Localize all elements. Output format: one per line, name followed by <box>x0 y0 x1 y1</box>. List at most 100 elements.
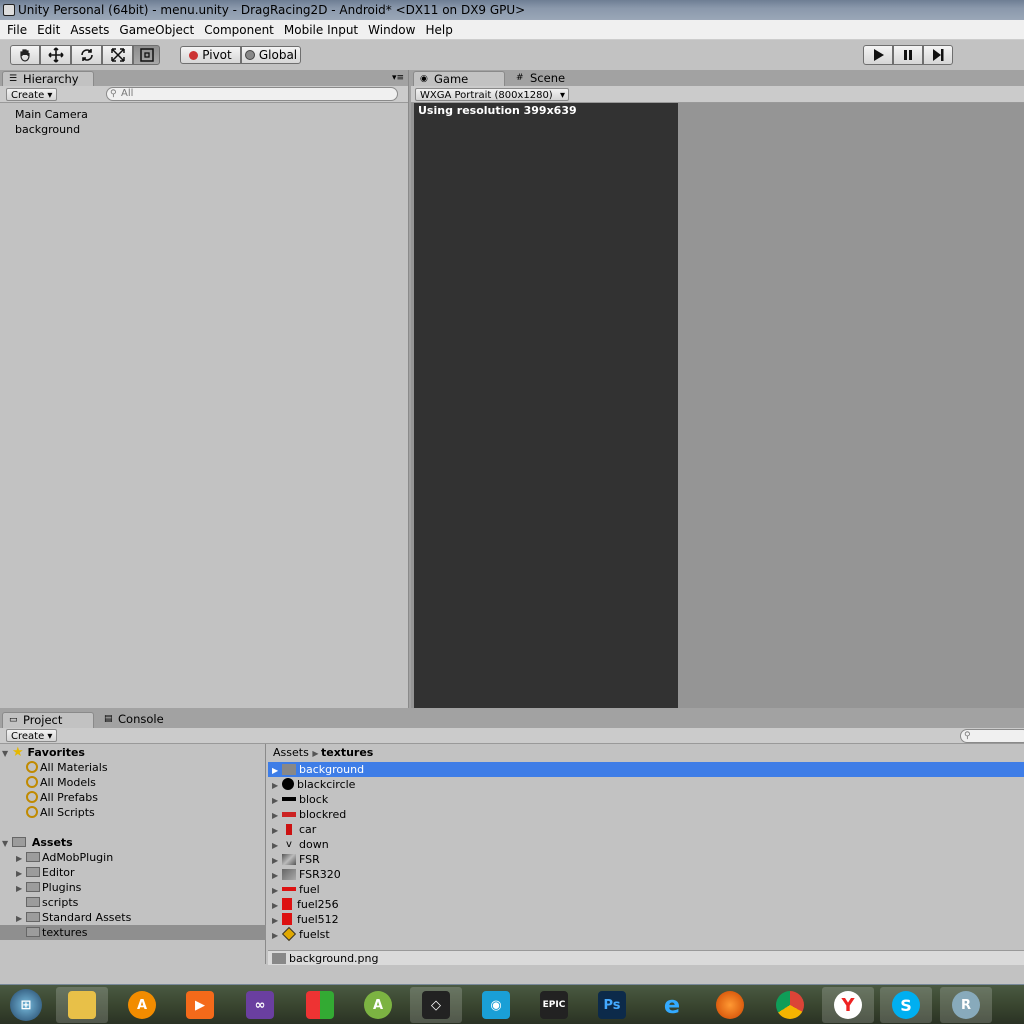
hierarchy-item[interactable]: Main Camera <box>15 108 88 121</box>
taskbar-internet-explorer[interactable]: e <box>646 987 698 1023</box>
hierarchy-create-button[interactable]: Create ▾ <box>6 88 58 101</box>
start-button[interactable]: ⊞ <box>0 987 52 1023</box>
taskbar-network[interactable]: ◉ <box>470 987 522 1023</box>
asset-row[interactable]: ▶ FSR <box>272 852 320 867</box>
assets-header[interactable]: ▼ Assets <box>2 835 73 850</box>
internet-explorer-icon: e <box>663 991 681 1019</box>
taskbar-firefox[interactable] <box>704 987 756 1023</box>
scale-tool-button[interactable] <box>102 45 133 65</box>
asset-row[interactable]: ▶ blackcircle <box>272 777 355 792</box>
taskbar-avast[interactable]: A <box>116 987 168 1023</box>
asset-row[interactable]: ▶ car <box>272 822 316 837</box>
asset-label: FSR <box>299 853 320 866</box>
rect-tool-button[interactable] <box>133 45 160 65</box>
tab-console[interactable]: ▤ Console <box>98 712 178 728</box>
expand-arrow-icon: ▶ <box>272 916 279 925</box>
favorites-item[interactable]: All Materials <box>26 760 108 775</box>
folder-icon <box>12 837 26 847</box>
collapse-arrow-icon: ▶ <box>16 914 23 923</box>
breadcrumb-root[interactable]: Assets <box>273 746 309 759</box>
asset-row[interactable]: ▶ fuel256 <box>272 897 339 912</box>
folder-icon <box>26 927 40 937</box>
taskbar-yandex[interactable]: Y <box>822 987 874 1023</box>
move-tool-button[interactable] <box>40 45 71 65</box>
taskbar-skype[interactable]: S <box>880 987 932 1023</box>
folder-item[interactable]: ▶ Plugins <box>16 880 81 895</box>
menu-assets[interactable]: Assets <box>65 20 114 40</box>
search-filter-icon <box>26 761 38 773</box>
play-button[interactable] <box>863 45 893 65</box>
folder-item[interactable]: ▶ Editor <box>16 865 75 880</box>
menu-gameobject[interactable]: GameObject <box>114 20 199 40</box>
project-create-label: Create <box>11 731 45 742</box>
taskbar-remote-desktop[interactable]: R <box>940 987 992 1023</box>
project-toolbar: Create ▾ ⚲ <box>0 728 1024 744</box>
global-toggle[interactable]: Global <box>241 46 301 64</box>
asset-row[interactable]: ▶ fuel512 <box>272 912 339 927</box>
breadcrumb-current[interactable]: textures <box>321 746 373 759</box>
asset-row[interactable]: ▶ block <box>272 792 328 807</box>
menu-bar: File Edit Assets GameObject Component Mo… <box>0 20 1024 40</box>
hierarchy-item[interactable]: background <box>15 123 80 136</box>
step-button[interactable] <box>923 45 953 65</box>
tab-project[interactable]: ▭ Project <box>2 712 94 728</box>
panel-menu-icon[interactable]: ▾≡ <box>392 73 404 83</box>
search-icon: ⚲ <box>964 731 971 741</box>
game-panel: ◉ Game # Scene WXGA Portrait (800x1280) … <box>411 70 1024 708</box>
menu-edit[interactable]: Edit <box>32 20 65 40</box>
taskbar-windows-store[interactable] <box>294 987 346 1023</box>
taskbar-chrome[interactable] <box>764 987 816 1023</box>
texture-thumbnail-icon <box>282 763 296 775</box>
asset-row[interactable]: ▶ FSR320 <box>272 867 341 882</box>
tab-hierarchy[interactable]: ☰ Hierarchy <box>2 71 94 87</box>
scale-icon <box>110 48 125 62</box>
menu-mobile-input[interactable]: Mobile Input <box>279 20 363 40</box>
favorites-header[interactable]: ▼ ★ Favorites <box>2 745 85 760</box>
hierarchy-search-placeholder: All <box>121 88 134 99</box>
folder-item-selected[interactable]: textures <box>0 925 266 940</box>
taskbar-epic-games[interactable]: EPIC <box>528 987 580 1023</box>
favorites-item[interactable]: All Models <box>26 775 96 790</box>
menu-help[interactable]: Help <box>420 20 457 40</box>
taskbar-android-studio[interactable]: A <box>352 987 404 1023</box>
expand-arrow-icon: ▶ <box>272 871 279 880</box>
search-icon: ⚲ <box>110 89 117 99</box>
favorites-item[interactable]: All Scripts <box>26 805 95 820</box>
game-view-viewport[interactable]: Using resolution 399x639 <box>414 103 678 708</box>
menu-component[interactable]: Component <box>199 20 279 40</box>
taskbar-visual-studio[interactable]: ∞ <box>234 987 286 1023</box>
folder-item[interactable]: scripts <box>16 895 78 910</box>
menu-file[interactable]: File <box>2 20 32 40</box>
folder-item[interactable]: ▶ Standard Assets <box>16 910 131 925</box>
favorites-item-label: All Scripts <box>40 806 95 819</box>
taskbar-unity[interactable]: ◇ <box>410 987 462 1023</box>
skype-icon: S <box>892 991 920 1019</box>
asset-row[interactable]: ▶ blockred <box>272 807 346 822</box>
avast-icon: A <box>128 991 156 1019</box>
hand-tool-button[interactable] <box>10 45 40 65</box>
asset-row-selected[interactable]: ▶ background <box>268 762 1024 777</box>
search-filter-icon <box>26 791 38 803</box>
tab-game[interactable]: ◉ Game <box>413 71 505 87</box>
menu-window[interactable]: Window <box>363 20 420 40</box>
asset-row[interactable]: ▶ v down <box>272 837 329 852</box>
pause-button[interactable] <box>893 45 923 65</box>
favorites-item[interactable]: All Prefabs <box>26 790 98 805</box>
asset-label: down <box>299 838 329 851</box>
taskbar-explorer[interactable] <box>56 987 108 1023</box>
project-panel: ▭ Project ▤ Console Create ▾ ⚲ ▼ ★ Favori… <box>0 708 1024 984</box>
folder-item[interactable]: ▶ AdMobPlugin <box>16 850 113 865</box>
resolution-dropdown[interactable]: WXGA Portrait (800x1280) ▾ <box>415 88 569 101</box>
rotate-tool-button[interactable] <box>71 45 102 65</box>
hierarchy-search-input[interactable]: ⚲ All <box>106 87 398 101</box>
project-create-button[interactable]: Create ▾ <box>6 729 58 742</box>
project-search-input[interactable]: ⚲ <box>960 729 1024 743</box>
expand-arrow-icon: ▶ <box>272 781 279 790</box>
taskbar-media-player[interactable]: ▶ <box>174 987 226 1023</box>
asset-row[interactable]: ▶ fuel <box>272 882 320 897</box>
tab-scene[interactable]: # Scene <box>510 71 580 87</box>
asset-row[interactable]: ▶ fuelst <box>272 926 330 942</box>
taskbar-photoshop[interactable]: Ps <box>586 987 638 1023</box>
red-block-thumbnail-icon <box>282 811 296 817</box>
pivot-toggle[interactable]: Pivot <box>180 46 241 64</box>
